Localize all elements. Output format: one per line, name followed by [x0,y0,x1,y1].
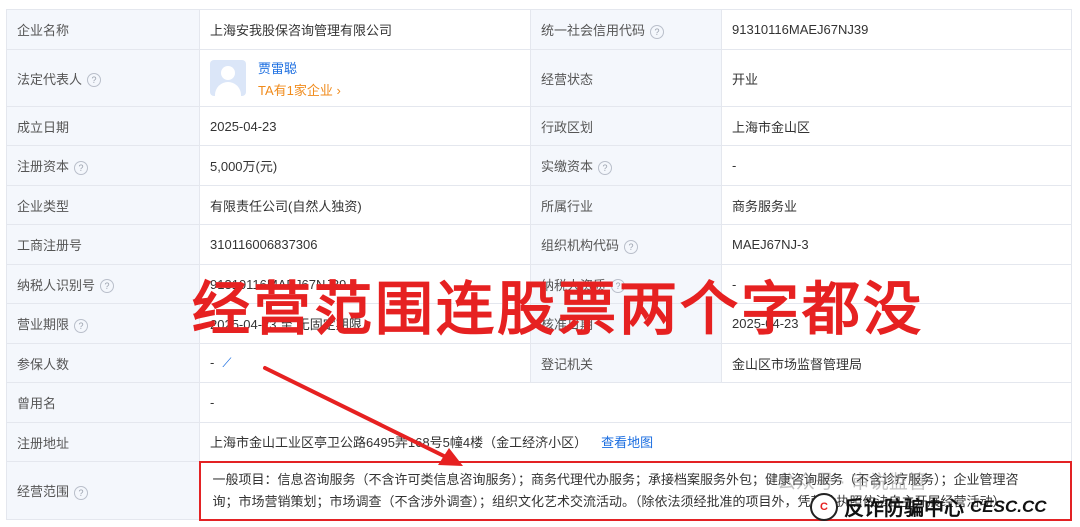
value-company-type: 有限责任公司(自然人独资) [199,185,531,225]
label-address: 注册地址 [6,422,200,462]
value-credit-code: 91310116MAEJ67NJ39 [721,9,1072,50]
value-company-name: 上海安我股保咨询管理有限公司 [199,9,531,50]
label-company-name: 企业名称 [6,9,200,50]
watermark-account: 公众号 · 审说监管 [777,472,927,493]
value-founded: 2025-04-23 [199,106,531,146]
legal-rep-name-link[interactable]: 贾雷聪 [258,58,341,77]
label-region: 行政区划 [530,106,722,146]
value-status: 开业 [721,49,1072,107]
help-icon[interactable]: ? [624,239,639,254]
label-tax-id: 纳税人识别号? [6,264,200,304]
value-region: 上海市金山区 [721,106,1072,146]
label-legal-rep: 法定代表人? [6,49,200,107]
annotation-banner: 经营范围连股票两个字都没 [192,275,925,343]
watermark-brand: C 反诈防骗中心 CESC.CC [810,492,1047,521]
label-industry: 所属行业 [530,185,722,225]
label-paid-capital: 实缴资本? [530,145,722,186]
label-former-name: 曾用名 [6,382,200,423]
value-address: 上海市金山工业区亭卫公路6495弄168号5幢4楼（金工经济小区） 查看地图 [199,422,1072,462]
value-former-name: - [199,382,1072,423]
label-founded: 成立日期 [6,106,200,146]
trend-chart-icon[interactable]: ⟋ [222,355,231,370]
help-icon[interactable]: ? [74,318,89,333]
value-legal-rep: 贾雷聪 TA有1家企业 › [199,49,531,107]
help-icon[interactable]: ? [650,24,665,39]
related-companies-link[interactable]: TA有1家企业 › [258,80,341,99]
help-icon[interactable]: ? [598,160,613,175]
value-insured: - ⟋ [199,343,531,383]
help-icon[interactable]: ? [87,73,102,88]
help-icon[interactable]: ? [74,485,89,500]
view-map-link[interactable]: 查看地图 [601,435,653,450]
value-industry: 商务服务业 [721,185,1072,225]
scope-line-1: 一般项目：信息咨询服务（不含许可类信息咨询服务）；商务代理代办服务；承接档案服务… [212,471,1019,487]
brand-name: 反诈防骗中心 [844,498,964,520]
label-credit-code: 统一社会信用代码? [530,9,722,50]
value-capital: 5,000万(元) [199,145,531,186]
value-reg-no: 310116006837306 [199,224,531,265]
value-reg-authority: 金山区市场监督管理局 [721,343,1072,383]
help-icon[interactable]: ? [100,279,115,294]
brand-logo-icon: C [810,492,838,521]
label-insured: 参保人数 [6,343,200,383]
label-reg-authority: 登记机关 [530,343,722,383]
label-business-scope: 经营范围? [6,461,200,520]
label-status: 经营状态 [530,49,722,107]
label-term: 营业期限? [6,303,200,344]
value-paid-capital: - [721,145,1072,186]
label-org-code: 组织机构代码? [530,224,722,265]
help-icon[interactable]: ? [74,160,89,175]
label-capital: 注册资本? [6,145,200,186]
value-org-code: MAEJ67NJ-3 [721,224,1072,265]
brand-url: CESC.CC [970,496,1047,516]
avatar[interactable] [210,60,246,96]
label-company-type: 企业类型 [6,185,200,225]
label-reg-no: 工商注册号 [6,224,200,265]
